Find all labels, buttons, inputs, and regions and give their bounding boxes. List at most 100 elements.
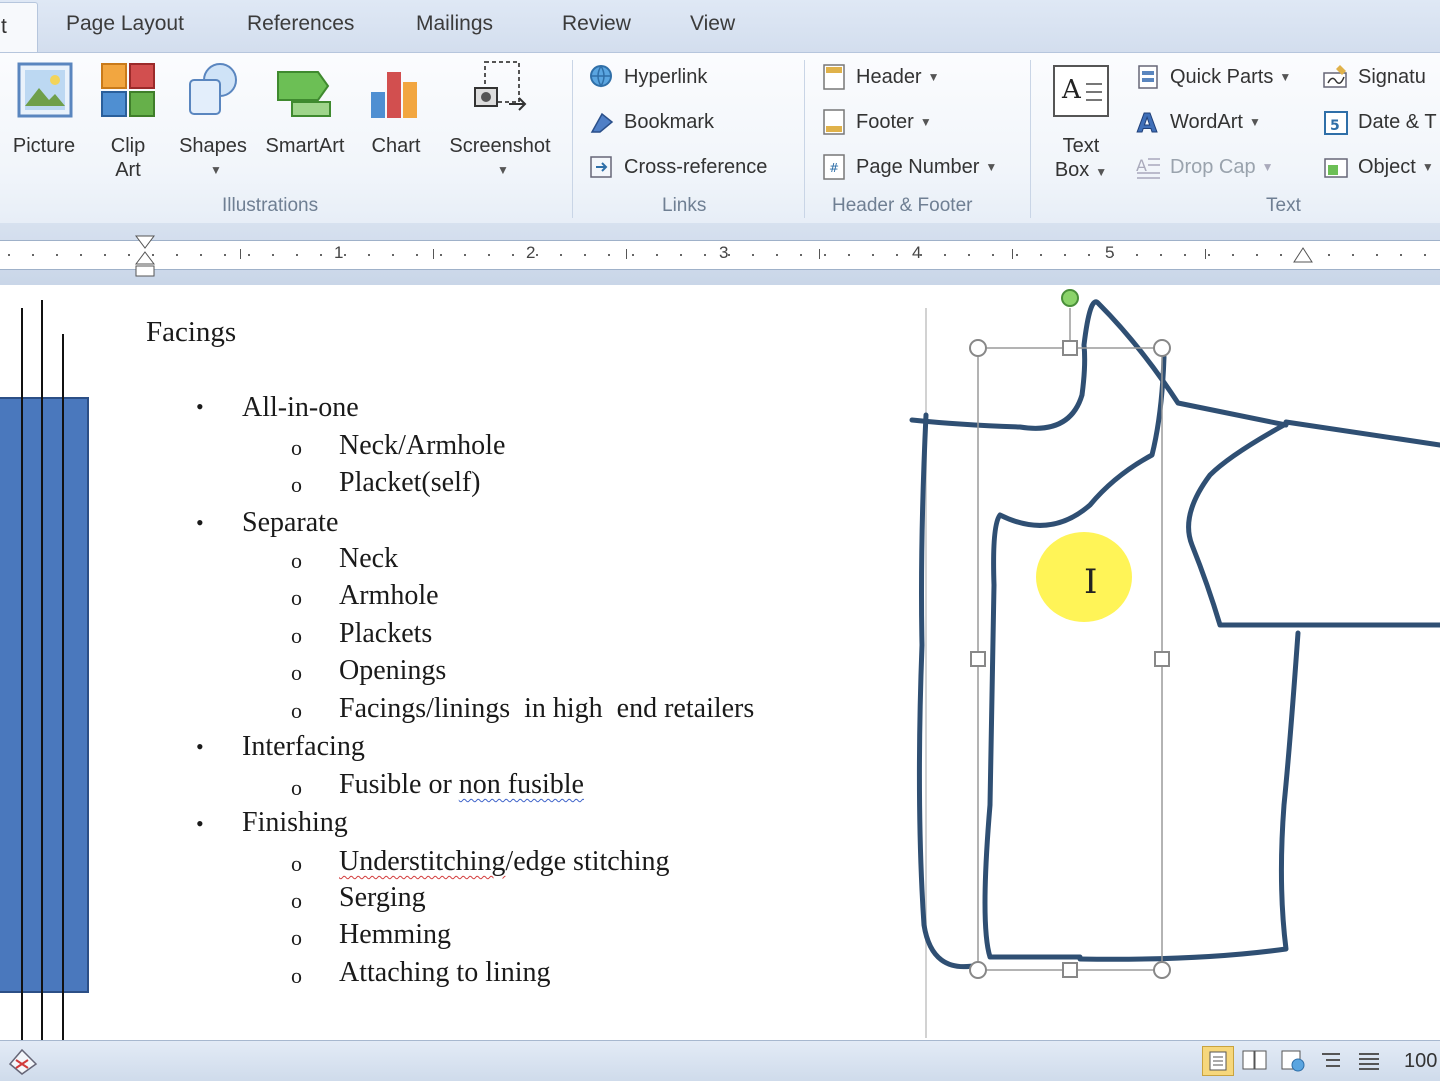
svg-text:#: #: [829, 161, 839, 175]
shape-selection-frame[interactable]: [966, 286, 1176, 982]
ribbon-tab-bar: t Page Layout References Mailings Review…: [0, 0, 1440, 55]
ruler-dot: [632, 254, 634, 256]
grammar-flagged-text[interactable]: non fusible: [459, 769, 584, 800]
resize-handle-icon[interactable]: [1062, 962, 1078, 978]
page-number-icon: #: [820, 153, 848, 181]
ruler-dot: [176, 254, 178, 256]
sub-bullet-marker: o: [291, 435, 302, 460]
drop-cap-button[interactable]: A Drop Cap ▼: [1134, 150, 1274, 184]
list-item: All-in-one: [242, 392, 359, 423]
ruler-dot: [584, 254, 586, 256]
header-icon: [820, 63, 848, 91]
ruler-number: 4: [912, 243, 922, 262]
ruler-dot: [392, 254, 394, 256]
ruler-dot: [824, 254, 826, 256]
wordart-button[interactable]: A WordArt ▼: [1134, 105, 1261, 140]
footer-button[interactable]: Footer ▼: [820, 105, 932, 139]
resize-handle-icon[interactable]: [1153, 961, 1171, 979]
tab-view[interactable]: View: [690, 12, 735, 36]
page-number-button[interactable]: # Page Number ▼: [820, 150, 997, 184]
tab-insert[interactable]: t: [0, 2, 38, 55]
chevron-down-icon: ▼: [1261, 160, 1274, 174]
ruler-dot: [56, 254, 58, 256]
resize-handle-icon[interactable]: [969, 961, 987, 979]
screenshot-button[interactable]: Screenshot ▼: [442, 58, 558, 182]
zoom-level[interactable]: 100: [1404, 1050, 1437, 1073]
date-time-button[interactable]: 5 Date & T: [1322, 105, 1437, 139]
clip-art-button[interactable]: Clip Art: [98, 58, 158, 182]
header-button[interactable]: Header ▼: [820, 60, 940, 94]
full-screen-reading-button[interactable]: [1240, 1046, 1270, 1074]
svg-text:A: A: [1061, 75, 1082, 105]
bullet-marker: •: [196, 394, 204, 419]
chevron-down-icon: ▼: [985, 160, 998, 174]
smartart-button[interactable]: SmartArt: [260, 58, 350, 158]
wordart-label: WordArt: [1170, 110, 1243, 133]
ruler-dot: [128, 254, 130, 256]
ruler-dot: [848, 254, 850, 256]
text-box-button[interactable]: A Text Box ▼: [1044, 58, 1118, 184]
clip-art-label: Clip Art: [98, 134, 158, 182]
quick-parts-button[interactable]: Quick Parts ▼: [1134, 60, 1291, 94]
ruler-dot: [1400, 254, 1402, 256]
ruler-dot: [1184, 254, 1186, 256]
chevron-down-icon: ▼: [1248, 115, 1261, 129]
ruler-dot: [1088, 254, 1090, 256]
signature-line-button[interactable]: Signatu: [1322, 60, 1426, 94]
list-item: Attaching to lining: [339, 957, 551, 988]
resize-handle-icon[interactable]: [1153, 339, 1171, 357]
object-label: Object: [1358, 155, 1416, 178]
object-button[interactable]: Object ▼: [1322, 150, 1434, 184]
cross-reference-button[interactable]: Cross-reference: [588, 150, 767, 184]
bookmark-button[interactable]: Bookmark: [588, 105, 714, 139]
list-item: Neck: [339, 543, 399, 574]
sub-bullet-marker: o: [291, 925, 302, 950]
horizontal-ruler[interactable]: 1 2 3 4 5: [0, 240, 1440, 270]
hyperlink-button[interactable]: Hyperlink: [588, 60, 707, 94]
ruler-dot: [296, 254, 298, 256]
group-divider: [804, 60, 805, 218]
resize-handle-icon[interactable]: [1062, 340, 1078, 356]
ruler-tick: [240, 249, 241, 259]
tab-mailings[interactable]: Mailings: [416, 12, 493, 36]
list-item: Neck/Armhole: [339, 430, 506, 461]
picture-button[interactable]: Picture: [6, 58, 82, 158]
ruler-dot: [1160, 254, 1162, 256]
tab-page-layout[interactable]: Page Layout: [66, 12, 184, 36]
ruler-dot: [416, 254, 418, 256]
text-box-label-line2-text: Box: [1054, 159, 1090, 181]
chevron-down-icon: ▼: [1279, 70, 1292, 84]
draft-view-button[interactable]: [1354, 1046, 1384, 1074]
list-item: Openings: [339, 655, 447, 686]
chart-button[interactable]: Chart: [364, 58, 428, 158]
list-item: Placket(self): [339, 467, 481, 498]
sub-bullet-marker: o: [291, 585, 302, 610]
shapes-label: Shapes ▼: [176, 134, 250, 182]
rotation-handle-icon[interactable]: [1061, 289, 1079, 307]
sidebar-lines-graphic: [0, 300, 89, 1040]
globe-link-icon: [588, 63, 616, 91]
indent-marker-icon[interactable]: [134, 234, 156, 278]
ruler-dot: [1064, 254, 1066, 256]
outline-view-button[interactable]: [1316, 1046, 1346, 1074]
proofing-status-icon[interactable]: [6, 1044, 40, 1076]
resize-handle-icon[interactable]: [970, 651, 986, 667]
web-layout-button[interactable]: [1278, 1046, 1308, 1074]
hyperlink-label: Hyperlink: [624, 65, 708, 88]
print-layout-view-button[interactable]: [1202, 1046, 1234, 1076]
text-box-icon: A: [1050, 58, 1112, 124]
spelling-flagged-text[interactable]: Understitching: [339, 846, 505, 877]
ruler-dot: [944, 254, 946, 256]
tab-review[interactable]: Review: [562, 12, 631, 36]
reading-view-icon: [1242, 1050, 1267, 1070]
ruler-dot: [1040, 254, 1042, 256]
draft-icon: [1359, 1053, 1379, 1070]
sub-bullet-marker: o: [291, 888, 302, 913]
ruler-dot: [488, 254, 490, 256]
resize-handle-icon[interactable]: [1154, 651, 1170, 667]
shapes-button[interactable]: Shapes ▼: [176, 58, 250, 182]
ruler-dot: [104, 254, 106, 256]
right-indent-marker-icon[interactable]: [1292, 244, 1314, 270]
resize-handle-icon[interactable]: [969, 339, 987, 357]
tab-references[interactable]: References: [247, 12, 354, 36]
